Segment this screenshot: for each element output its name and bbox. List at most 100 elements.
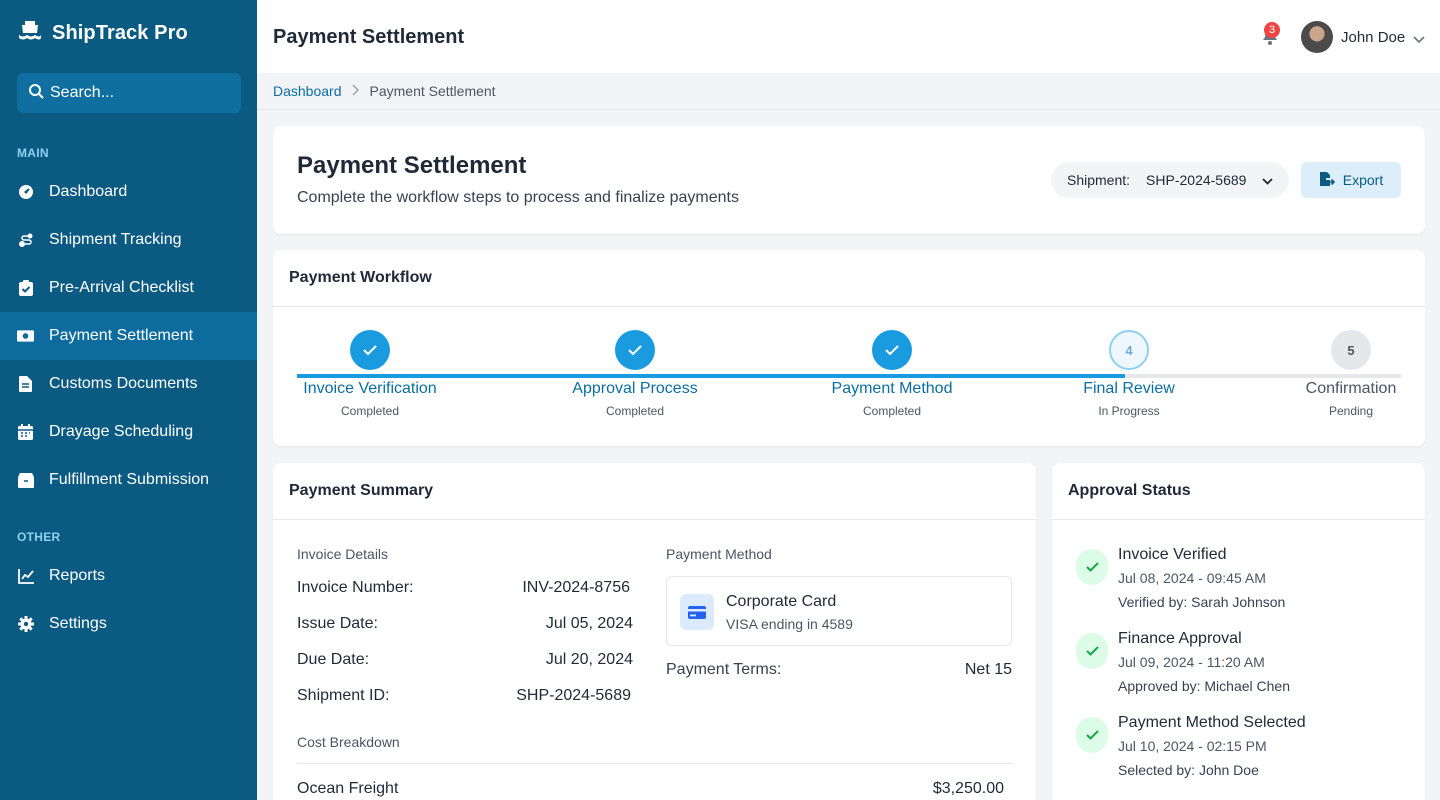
approval-item-date: Jul 08, 2024 - 09:45 AM [1118, 570, 1266, 586]
approval-item: Invoice Verified Jul 08, 2024 - 09:45 AM… [1076, 546, 1396, 626]
payment-summary-card: Payment Summary Invoice Details Invoice … [273, 463, 1036, 800]
invoice-number-key: Invoice Number: [297, 579, 414, 596]
ship-icon [17, 18, 43, 49]
breadcrumb-current: Payment Settlement [369, 83, 496, 99]
approval-item: Payment Method Selected Jul 10, 2024 - 0… [1076, 714, 1396, 794]
sidebar-item-dashboard[interactable]: Dashboard [0, 168, 257, 216]
sidebar-item-label: Payment Settlement [49, 327, 194, 344]
sidebar-item-settings[interactable]: Settings [0, 600, 257, 648]
header-title: Payment Settlement [297, 152, 527, 179]
payment-terms-value: Net 15 [964, 661, 1012, 678]
breadcrumb-home-link[interactable]: Dashboard [273, 83, 342, 99]
avatar[interactable] [1301, 21, 1333, 53]
check-icon [1076, 633, 1108, 669]
header-card: Payment Settlement Complete the workflow… [273, 126, 1425, 234]
section-label-other: OTHER [17, 530, 61, 544]
workflow-step-5[interactable]: 5 Confirmation Pending [1251, 330, 1440, 418]
sidebar: ShipTrack Pro Search... MAIN Dashboard S… [0, 0, 257, 800]
shipment-value: SHP-2024-5689 [1146, 172, 1247, 188]
approval-item-by: Selected by: John Doe [1118, 762, 1259, 778]
money-icon [17, 328, 34, 345]
approval-title: Approval Status [1068, 482, 1191, 499]
check-icon [1076, 717, 1108, 753]
user-name[interactable]: John Doe [1341, 29, 1405, 46]
sidebar-item-label: Pre-Arrival Checklist [49, 279, 194, 296]
step-status: Completed [340, 404, 400, 418]
search-input[interactable]: Search... [17, 73, 241, 113]
export-button[interactable]: Export [1301, 162, 1401, 198]
step-status: In Progress [1098, 404, 1160, 418]
payment-terms-key: Payment Terms: [666, 661, 782, 678]
shipment-label: Shipment: [1067, 172, 1131, 188]
check-icon [1076, 549, 1108, 585]
sidebar-item-pre-arrival-checklist[interactable]: Pre-Arrival Checklist [0, 264, 257, 312]
step-label: Approval Process [572, 380, 698, 397]
step-label: Payment Method [831, 380, 953, 397]
brand[interactable]: ShipTrack Pro [17, 18, 188, 49]
approval-item-date: Jul 10, 2024 - 02:15 PM [1118, 738, 1267, 754]
breadcrumb: Dashboard Payment Settlement [257, 73, 1440, 110]
cost-item-value: $3,250.00 [932, 780, 1004, 797]
sidebar-item-fulfillment-submission[interactable]: Fulfillment Submission [0, 456, 257, 504]
divider [273, 306, 1425, 307]
payment-method-label: Payment Method [666, 546, 772, 562]
payment-method-card[interactable]: Corporate Card VISA ending in 4589 [666, 576, 1012, 646]
calendar-icon [17, 424, 34, 441]
header-subtitle: Complete the workflow steps to process a… [297, 189, 739, 206]
card-subtitle: VISA ending in 4589 [726, 616, 853, 632]
step-label: Final Review [1083, 380, 1175, 397]
approval-item-by: Verified by: Sarah Johnson [1118, 594, 1286, 610]
step-number: 4 [1109, 330, 1149, 370]
card-title: Corporate Card [726, 593, 837, 610]
step-status: Completed [605, 404, 665, 418]
step-status: Completed [862, 404, 922, 418]
step-label: Confirmation [1305, 380, 1397, 397]
issue-date-value: Jul 05, 2024 [545, 615, 633, 632]
workflow-step-2[interactable]: Approval Process Completed [535, 330, 735, 418]
workflow-step-4[interactable]: 4 Final Review In Progress [1029, 330, 1229, 418]
sidebar-item-shipment-tracking[interactable]: Shipment Tracking [0, 216, 257, 264]
section-label-main: MAIN [17, 146, 49, 160]
sidebar-item-label: Dashboard [49, 183, 128, 200]
sidebar-item-reports[interactable]: Reports [0, 552, 257, 600]
page-title: Payment Settlement [273, 26, 465, 48]
gear-icon [17, 616, 34, 633]
sidebar-item-label: Drayage Scheduling [49, 423, 194, 440]
chevron-down-icon[interactable] [1413, 31, 1425, 49]
chevron-right-icon [351, 83, 360, 99]
check-icon [350, 330, 390, 370]
shipment-id-value: SHP-2024-5689 [516, 687, 631, 704]
sidebar-item-customs-documents[interactable]: Customs Documents [0, 360, 257, 408]
cost-breakdown-label: Cost Breakdown [297, 734, 400, 750]
sidebar-item-label: Fulfillment Submission [49, 471, 210, 488]
shipment-select[interactable]: Shipment: SHP-2024-5689 [1051, 162, 1289, 198]
approval-item-title: Invoice Verified [1118, 546, 1227, 563]
sidebar-item-label: Reports [49, 567, 106, 584]
workflow-step-3[interactable]: Payment Method Completed [792, 330, 992, 418]
notification-badge: 3 [1264, 22, 1280, 38]
divider [273, 519, 1036, 520]
workflow-title: Payment Workflow [289, 269, 432, 286]
app-name: ShipTrack Pro [52, 22, 188, 44]
divider [1052, 519, 1425, 520]
sidebar-item-label: Customs Documents [49, 375, 198, 392]
approval-item-date: Jul 09, 2024 - 11:20 AM [1118, 654, 1265, 670]
box-icon [17, 472, 34, 489]
step-label: Invoice Verification [303, 380, 437, 397]
invoice-details-label: Invoice Details [297, 546, 389, 562]
export-file-icon [1319, 171, 1335, 190]
cost-item-key: Ocean Freight [297, 780, 399, 797]
document-icon [17, 376, 34, 393]
approval-item-title: Finance Approval [1118, 630, 1242, 647]
chart-line-icon [17, 568, 34, 585]
search-placeholder: Search... [50, 84, 115, 101]
workflow-step-1[interactable]: Invoice Verification Completed [270, 330, 470, 418]
issue-date-key: Issue Date: [297, 615, 378, 632]
sidebar-item-label: Shipment Tracking [49, 231, 182, 248]
check-icon [872, 330, 912, 370]
sidebar-item-drayage-scheduling[interactable]: Drayage Scheduling [0, 408, 257, 456]
step-number: 5 [1331, 330, 1371, 370]
due-date-key: Due Date: [297, 651, 370, 668]
invoice-number-value: INV-2024-8756 [522, 579, 630, 596]
sidebar-item-payment-settlement[interactable]: Payment Settlement [0, 312, 257, 360]
